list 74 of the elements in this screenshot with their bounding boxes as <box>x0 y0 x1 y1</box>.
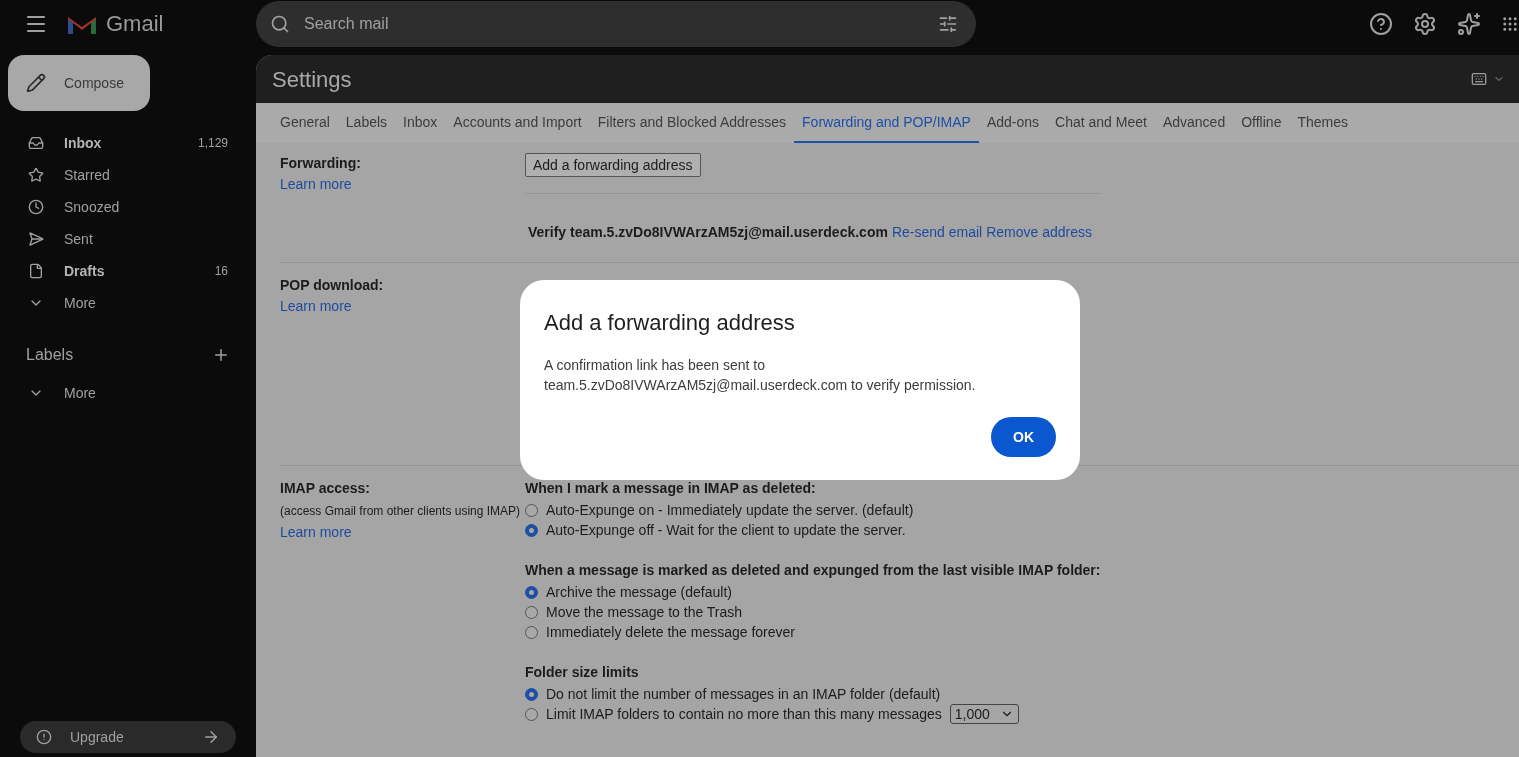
settings-tab[interactable]: Offline <box>1233 103 1290 143</box>
group-heading: When I mark a message in IMAP as deleted: <box>525 479 817 498</box>
help-icon[interactable] <box>1369 11 1393 36</box>
compose-button[interactable]: Compose <box>8 55 150 111</box>
nav-item[interactable]: Drafts 16 <box>0 255 256 287</box>
option-label: Archive the message (default) <box>546 582 732 602</box>
radio-button[interactable] <box>525 707 538 721</box>
address-link[interactable]: Re-send email <box>891 222 983 243</box>
send-icon <box>28 231 44 247</box>
dialog-title: Add a forwarding address <box>544 309 796 337</box>
radio-button[interactable] <box>525 585 538 599</box>
settings-tab[interactable]: Labels <box>337 103 396 143</box>
nav-item[interactable]: Starred <box>0 159 256 191</box>
nav-item[interactable]: Inbox 1,129 <box>0 127 256 159</box>
radio-button[interactable] <box>525 625 538 639</box>
option-label: Auto-Expunge on - Immediately update the server. (default) <box>546 500 914 520</box>
option-label: Immediately delete the message forever <box>546 622 795 642</box>
settings-tab[interactable]: Chat and Meet <box>1047 103 1155 143</box>
clock-icon <box>28 199 44 215</box>
section-label: Forwarding: <box>280 154 361 173</box>
file-icon <box>28 263 44 279</box>
nav-item[interactable]: Sent <box>0 223 256 255</box>
nav-item[interactable]: More <box>0 287 256 319</box>
add-address-button[interactable]: Add a forwarding address <box>525 153 701 177</box>
unread-count: 1,129 <box>197 135 228 152</box>
radio-button[interactable] <box>525 605 538 619</box>
settings-tab[interactable]: General <box>272 103 338 143</box>
ok-button[interactable]: OK <box>991 417 1056 457</box>
arrow-icon <box>202 728 220 746</box>
section-note: (access Gmail from other clients using IMAP) <box>280 503 521 520</box>
option-label: Auto-Expunge off - Wait for the client to update the server. <box>546 520 906 540</box>
settings-tab[interactable]: Advanced <box>1154 103 1234 143</box>
labels-heading: Labels <box>26 345 75 365</box>
learn-more-link[interactable]: Learn more <box>280 522 352 543</box>
upgrade-icon <box>36 729 52 745</box>
unread-count: 16 <box>214 263 228 280</box>
search-field[interactable]: Search mail <box>256 0 976 47</box>
settings-tab[interactable]: Accounts and Import <box>445 103 590 143</box>
radio-button[interactable] <box>525 687 538 701</box>
add-label-icon[interactable] <box>212 346 230 364</box>
option-label: Move the message to the Trash <box>546 602 743 622</box>
app-name: Gmail <box>106 10 164 38</box>
group-heading: When a message is marked as deleted and expunged from the last visible IMAP folder: <box>525 561 1102 580</box>
settings-tab[interactable]: Themes <box>1289 103 1356 143</box>
nav-item[interactable]: Snoozed <box>0 191 256 223</box>
upgrade-button[interactable]: Upgrade <box>20 721 236 753</box>
settings-tab[interactable]: Forwarding and POP/IMAP <box>794 103 979 143</box>
option-label: Do not limit the number of messages in an IMAP folder (default) <box>546 684 941 704</box>
settings-icon[interactable] <box>1413 11 1437 36</box>
radio-button[interactable] <box>525 523 538 537</box>
settings-tab[interactable]: Add-ons <box>978 103 1048 143</box>
filter-icon[interactable] <box>938 13 958 34</box>
search-icon <box>270 13 290 34</box>
keyboard-icon[interactable] <box>1469 71 1489 87</box>
learn-more-link[interactable]: Learn more <box>280 296 352 317</box>
address-link[interactable]: Remove address <box>986 222 1092 243</box>
limit-select[interactable]: 1,000 <box>949 704 1019 724</box>
settings-tab[interactable]: Inbox <box>395 103 446 143</box>
option-label: Limit IMAP folders to contain no more than this many messages <box>546 704 942 724</box>
page-title: Settings <box>272 65 353 94</box>
dialog-message: A confirmation link has been sent to team.5.zvDo8IVWArzAM5zj@mail.userdeck.com to verify permission. <box>544 356 977 395</box>
nav-item[interactable]: More <box>0 377 256 409</box>
pencil-icon <box>26 73 46 93</box>
radio-button[interactable] <box>525 503 538 517</box>
search-input[interactable]: Search mail <box>304 11 924 36</box>
sparkle-icon[interactable] <box>1457 11 1481 36</box>
star-icon <box>28 167 44 183</box>
group-heading: Folder size limits <box>525 663 640 682</box>
verify-text: Verify team.5.zvDo8IVWArzAM5zj@mail.userdeck.com <box>528 223 888 242</box>
inbox-icon <box>28 135 44 151</box>
settings-tab[interactable]: Filters and Blocked Addresses <box>589 103 795 143</box>
section-label: IMAP access: <box>280 479 370 498</box>
learn-more-link[interactable]: Learn more <box>280 174 352 195</box>
section-label: POP download: <box>280 276 384 295</box>
